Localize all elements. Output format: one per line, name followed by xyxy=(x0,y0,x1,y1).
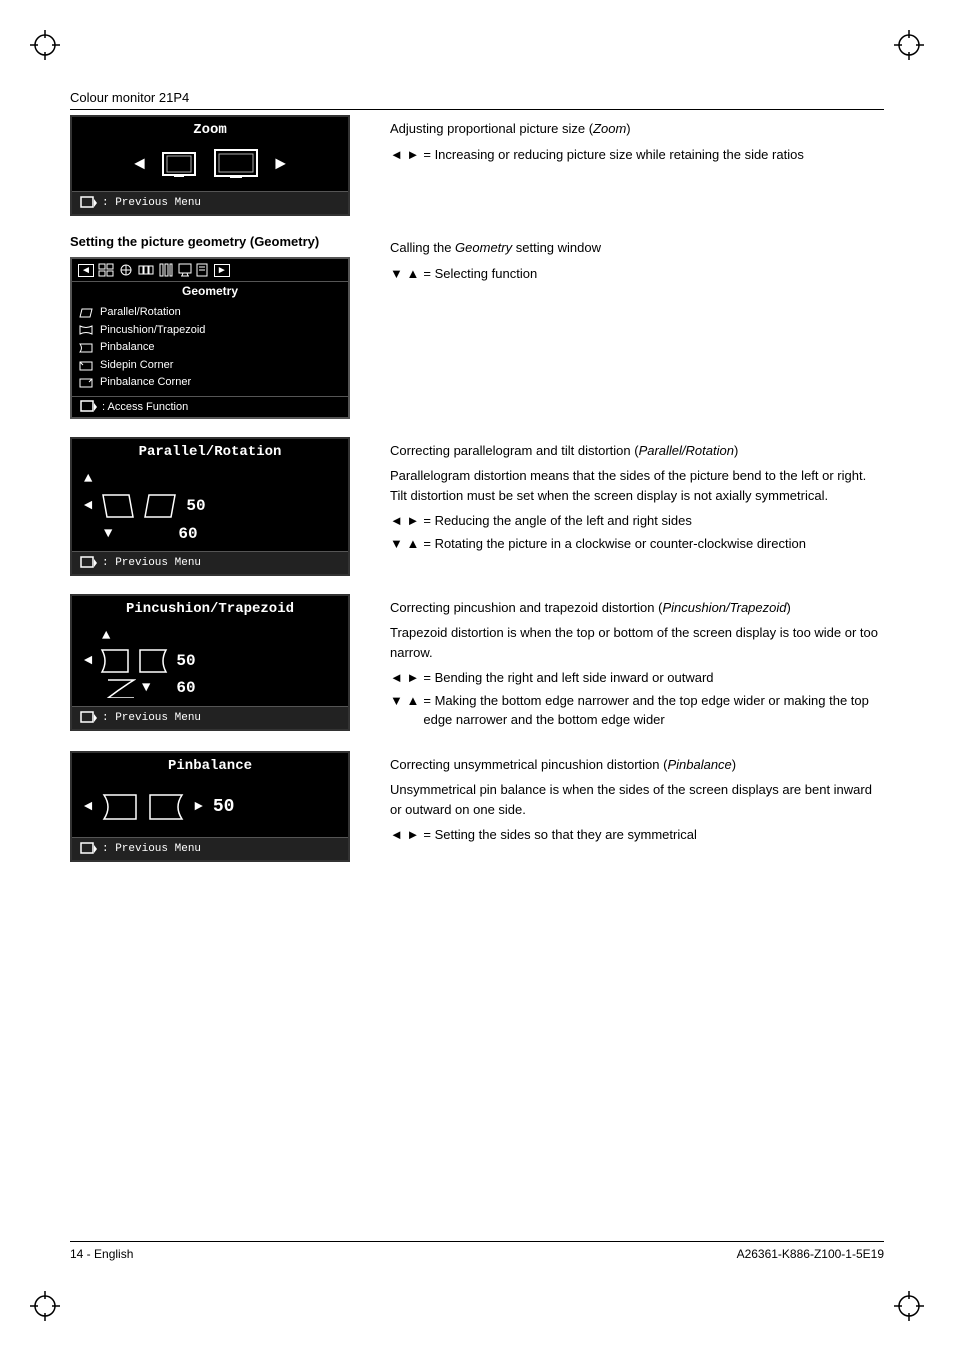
geometry-access-icon xyxy=(80,400,98,414)
zoom-osd-box: Zoom ◄ xyxy=(70,115,350,216)
pincushion-number-top: 50 xyxy=(176,652,195,670)
pinbalance-osd-title: Pinbalance xyxy=(72,753,348,777)
page-header: Colour monitor 21P4 xyxy=(70,90,884,110)
pinbalance-osd-box: Pinbalance ◄ ► 50 xyxy=(70,751,350,862)
parallel-osd-box: Parallel/Rotation ▲ ◄ xyxy=(70,437,350,576)
geometry-menu-box: ◄ ► Geometry Parallel/R xyxy=(70,257,350,419)
parallel-desc-title: Correcting parallelogram and tilt distor… xyxy=(390,441,884,461)
parallel-osd-footer: : Previous Menu xyxy=(72,551,348,574)
geometry-menu-title: Geometry xyxy=(72,282,348,300)
geometry-desc-title: Calling the Geometry setting window xyxy=(390,238,884,258)
geo-item-icon-sidepin xyxy=(78,360,94,372)
pinbalance-right-icon xyxy=(148,793,184,821)
zoom-section: Zoom ◄ xyxy=(70,115,884,216)
zoom-osd-content: ◄ ► xyxy=(72,141,348,191)
geo-item-pinbalance-corner: Pinbalance Corner xyxy=(78,374,342,392)
geometry-menu-footer: : Access Function xyxy=(72,396,348,417)
parallel-prev-icon xyxy=(80,556,98,570)
pinbalance-desc-body: Unsymmetrical pin balance is when the si… xyxy=(390,780,884,819)
geo-icon-grid xyxy=(98,263,114,277)
zoom-osd-title: Zoom xyxy=(72,117,348,141)
pinbalance-desc: Correcting unsymmetrical pincushion dist… xyxy=(390,751,884,862)
zoom-small-icon xyxy=(161,151,197,179)
pincushion-prev-icon xyxy=(80,711,98,725)
parallel-section: Parallel/Rotation ▲ ◄ xyxy=(70,437,884,576)
geo-item-icon-pinbalance-corner xyxy=(78,377,94,389)
zoom-prev-menu-icon xyxy=(80,196,98,210)
pinbalance-bullet1: ◄ ► = Setting the sides so that they are… xyxy=(390,825,884,845)
geometry-topbar: ◄ ► xyxy=(72,259,348,282)
pinbalance-section: Pinbalance ◄ ► 50 xyxy=(70,751,884,862)
geometry-bullet1: ▼ ▲ = Selecting function xyxy=(390,264,884,284)
pinbalance-number: 50 xyxy=(213,797,235,817)
corner-mark-tl xyxy=(30,30,60,60)
footer-page-number: 14 - English xyxy=(70,1247,133,1261)
geo-item-icon-parallel xyxy=(78,307,94,319)
pr-number-top: 50 xyxy=(186,497,205,515)
pincushion-bullet2: ▼ ▲ = Making the bottom edge narrower an… xyxy=(390,691,884,730)
geometry-heading: Setting the picture geometry (Geometry) xyxy=(70,234,370,249)
geometry-section: Setting the picture geometry (Geometry) … xyxy=(70,234,884,419)
pincushion-osd-box: Pincushion/Trapezoid ▲ ◄ xyxy=(70,594,350,731)
pr-left-arrow: ◄ xyxy=(84,498,92,514)
geo-icon-waveform xyxy=(138,263,154,277)
parallel-desc: Correcting parallelogram and tilt distor… xyxy=(390,437,884,576)
pincushion-number-bottom: 60 xyxy=(176,679,195,697)
parallel-right-icon xyxy=(144,493,176,519)
parallel-left-icon xyxy=(102,493,134,519)
pincushion-right-icon xyxy=(138,648,168,674)
zoom-osd-footer: : Previous Menu xyxy=(72,191,348,214)
pr-up-arrow: ▲ xyxy=(84,471,92,487)
zoom-osd: Zoom ◄ xyxy=(70,115,370,216)
pincushion-desc-title: Correcting pincushion and trapezoid dist… xyxy=(390,598,884,618)
pinbalance-prev-icon xyxy=(80,842,98,856)
corner-mark-br xyxy=(894,1291,924,1321)
geo-icon-bars xyxy=(158,263,174,277)
geo-item-pincushion: Pincushion/Trapezoid xyxy=(78,322,342,340)
parallel-osd: Parallel/Rotation ▲ ◄ xyxy=(70,437,370,576)
zoom-bullet1: ◄ ► = Increasing or reducing picture siz… xyxy=(390,145,884,165)
parallel-bullet1: ◄ ► = Reducing the angle of the left and… xyxy=(390,511,884,531)
geo-item-sidepin: Sidepin Corner xyxy=(78,357,342,375)
geo-item-parallel: Parallel/Rotation xyxy=(78,304,342,322)
geo-icon-monitor xyxy=(178,263,192,277)
zoom-footer-label: : Previous Menu xyxy=(102,197,201,209)
corner-mark-tr xyxy=(894,30,924,60)
page-footer: 14 - English A26361-K886-Z100-1-5E19 xyxy=(70,1241,884,1261)
geometry-desc: Calling the Geometry setting window ▼ ▲ … xyxy=(390,234,884,419)
zoom-arrow-right: ► xyxy=(275,155,286,175)
pincushion-desc: Correcting pincushion and trapezoid dist… xyxy=(390,594,884,733)
parallel-desc-body: Parallelogram distortion means that the … xyxy=(390,466,884,505)
pr-number-bottom: 60 xyxy=(178,525,197,543)
pinbalance-left-icon xyxy=(102,793,138,821)
pinbalance-osd: Pinbalance ◄ ► 50 xyxy=(70,751,370,862)
pincushion-desc-body: Trapezoid distortion is when the top or … xyxy=(390,623,884,662)
pincushion-osd-footer: : Previous Menu xyxy=(72,706,348,729)
geometry-menu-items: Parallel/Rotation Pincushion/Trapezoid xyxy=(72,300,348,396)
pinbalance-desc-title: Correcting unsymmetrical pincushion dist… xyxy=(390,755,884,775)
parallel-osd-title: Parallel/Rotation xyxy=(72,439,348,463)
geometry-left: Setting the picture geometry (Geometry) … xyxy=(70,234,370,419)
page-title: Colour monitor 21P4 xyxy=(70,90,189,105)
corner-mark-bl xyxy=(30,1291,60,1321)
pincushion-bullet1: ◄ ► = Bending the right and left side in… xyxy=(390,668,884,688)
geo-item-pinbalance: Pinbalance xyxy=(78,339,342,357)
pincushion-section: Pincushion/Trapezoid ▲ ◄ xyxy=(70,594,884,733)
content-area: Zoom ◄ xyxy=(70,115,884,1231)
geo-icon-circle xyxy=(118,263,134,277)
zoom-desc: Adjusting proportional picture size (Zoo… xyxy=(390,115,884,216)
zoom-large-icon xyxy=(213,148,259,182)
pincushion-left-icon xyxy=(100,648,130,674)
geo-item-icon-pinbalance xyxy=(78,342,94,354)
pincushion-bottom-icon xyxy=(106,678,136,698)
geo-icon-last xyxy=(196,263,210,277)
zoom-arrow-left: ◄ xyxy=(134,155,145,175)
footer-doc-id: A26361-K886-Z100-1-5E19 xyxy=(737,1247,884,1261)
zoom-desc-title: Adjusting proportional picture size (Zoo… xyxy=(390,119,884,139)
pinbalance-osd-footer: : Previous Menu xyxy=(72,837,348,860)
pincushion-osd: Pincushion/Trapezoid ▲ ◄ xyxy=(70,594,370,733)
pincushion-osd-title: Pincushion/Trapezoid xyxy=(72,596,348,620)
parallel-bullet2: ▼ ▲ = Rotating the picture in a clockwis… xyxy=(390,534,884,554)
geo-item-icon-pincushion xyxy=(78,324,94,336)
